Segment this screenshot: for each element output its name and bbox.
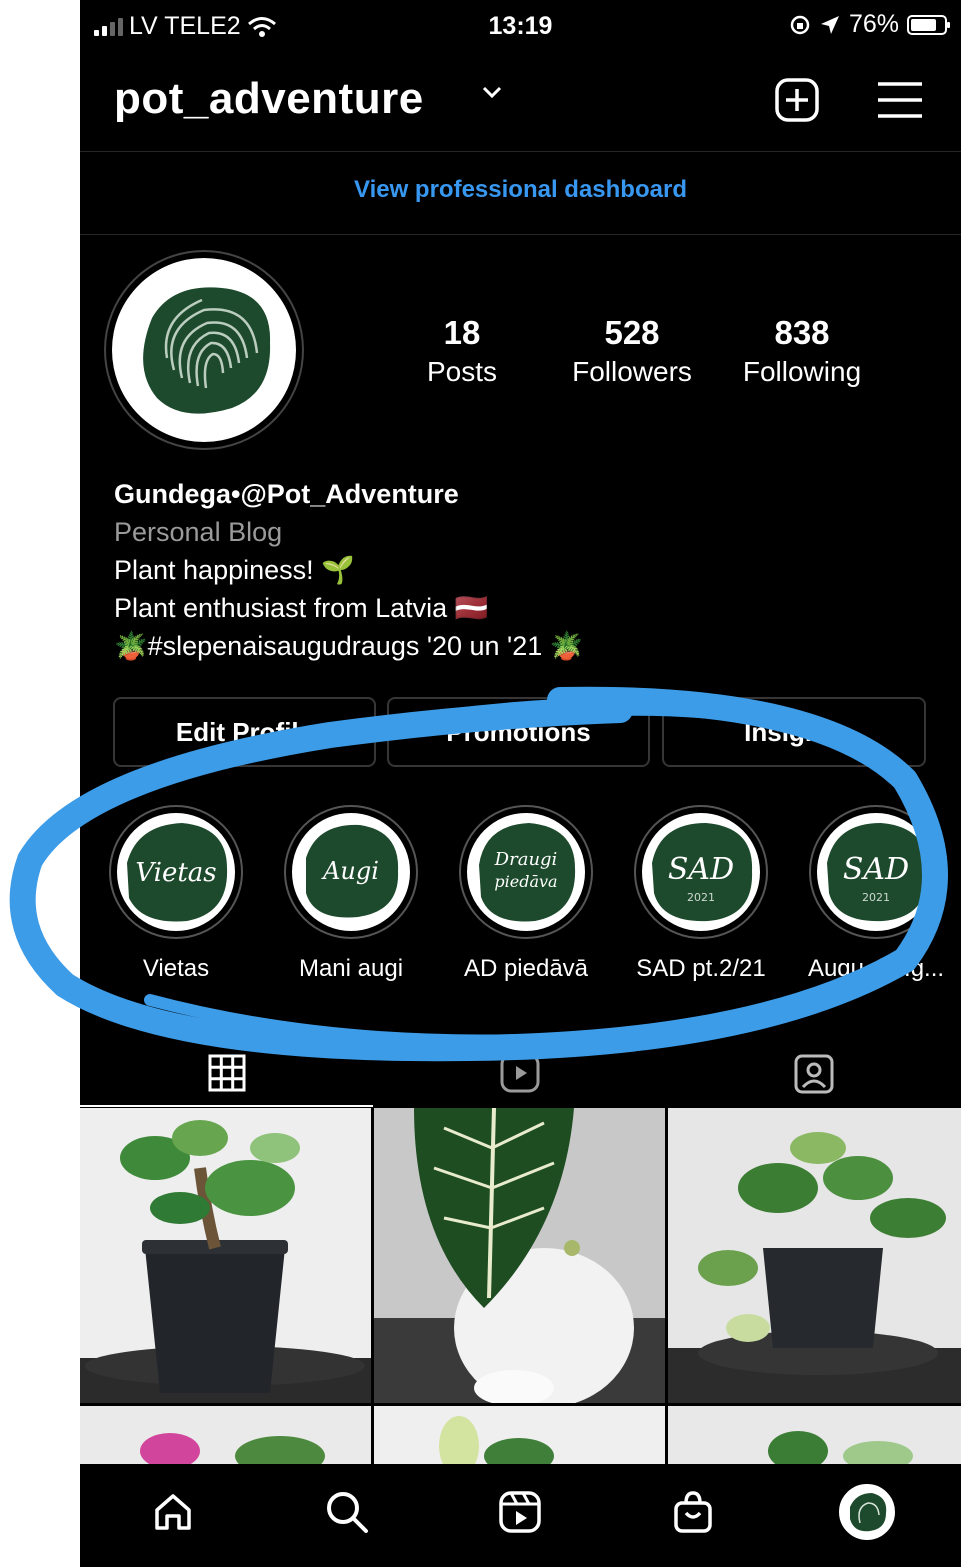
highlight-label: Mani augi bbox=[298, 955, 404, 982]
nav-home[interactable] bbox=[138, 1482, 208, 1542]
post-thumbnail[interactable] bbox=[80, 1108, 371, 1403]
profile-avatar bbox=[839, 1484, 895, 1540]
post-thumbnail[interactable] bbox=[374, 1406, 665, 1466]
highlight-label: Vietas bbox=[142, 955, 210, 982]
search-icon bbox=[327, 1492, 368, 1533]
battery-icon bbox=[907, 14, 950, 35]
phone-screen: LV TELE2 13:19 76% pot_adventure View pr… bbox=[80, 0, 961, 1567]
shop-icon bbox=[674, 1491, 712, 1533]
bottom-nav bbox=[80, 1464, 961, 1567]
promotions-button[interactable]: Promotions bbox=[387, 697, 650, 767]
location-icon bbox=[820, 15, 839, 34]
svg-text:2021: 2021 bbox=[862, 891, 890, 904]
profile-avatar-large[interactable] bbox=[104, 250, 304, 450]
stat-followers[interactable]: 528 Followers bbox=[552, 314, 712, 388]
tagged-icon bbox=[794, 1054, 833, 1094]
home-icon bbox=[155, 1494, 191, 1530]
stat-label: Followers bbox=[572, 356, 692, 387]
svg-text:Vietas: Vietas bbox=[135, 858, 216, 888]
nav-shop[interactable] bbox=[658, 1482, 728, 1542]
nav-search[interactable] bbox=[312, 1482, 382, 1542]
account-switcher-username[interactable]: pot_adventure bbox=[114, 74, 424, 124]
highlight-item[interactable]: SAD 2021 Augu dr...g... bbox=[806, 805, 946, 983]
highlight-cover: Vietas bbox=[127, 823, 228, 922]
divider bbox=[80, 234, 961, 235]
svg-text:2021: 2021 bbox=[687, 891, 715, 904]
highlight-item[interactable]: SAD 2021 SAD pt.2/21 bbox=[631, 805, 771, 983]
display-name: Gundega•@Pot_Adventure bbox=[114, 479, 459, 509]
svg-text:SAD: SAD bbox=[668, 852, 734, 887]
nav-reels[interactable] bbox=[485, 1482, 555, 1542]
grid-icon bbox=[208, 1054, 245, 1092]
svg-text:Draugi: Draugi bbox=[494, 849, 558, 870]
fingerprint-logo bbox=[143, 287, 271, 414]
rotation-lock-icon bbox=[790, 15, 810, 34]
nav-profile[interactable] bbox=[832, 1482, 902, 1542]
bio-line: 🪴#slepenaisaugudraugs '20 un '21 🪴 bbox=[114, 631, 584, 661]
reels-icon bbox=[499, 1491, 541, 1533]
profile-bio: Gundega•@Pot_Adventure Personal Blog Pla… bbox=[114, 475, 914, 665]
stat-following[interactable]: 838 Following bbox=[722, 314, 882, 388]
highlight-cover: Draugi piedāva bbox=[479, 823, 576, 922]
bio-line: Plant enthusiast from Latvia 🇱🇻 bbox=[114, 593, 489, 623]
menu-icon[interactable] bbox=[875, 78, 925, 122]
highlight-cover: SAD 2021 bbox=[827, 823, 928, 922]
bio-line: Plant happiness! 🌱 bbox=[114, 555, 355, 585]
stat-label: Following bbox=[742, 356, 862, 387]
stat-posts[interactable]: 18 Posts bbox=[382, 314, 542, 388]
highlight-item[interactable]: Vietas Vietas bbox=[106, 805, 246, 983]
highlight-label: Augu dr...g... bbox=[807, 955, 945, 982]
stat-value: 528 bbox=[604, 314, 660, 351]
stat-value: 838 bbox=[774, 314, 830, 351]
tab-reels[interactable] bbox=[373, 1040, 666, 1106]
post-thumbnail[interactable] bbox=[668, 1406, 961, 1466]
profile-header: pot_adventure bbox=[80, 60, 961, 150]
post-thumbnail[interactable] bbox=[374, 1108, 665, 1403]
post-thumbnail[interactable] bbox=[668, 1108, 961, 1403]
highlight-label: AD piedāvā bbox=[463, 955, 589, 982]
highlight-cover: SAD 2021 bbox=[652, 823, 753, 922]
active-tab-indicator bbox=[80, 1105, 373, 1107]
post-thumbnail[interactable] bbox=[80, 1406, 371, 1466]
insights-button[interactable]: Insights bbox=[662, 697, 926, 767]
highlight-item[interactable]: Draugi piedāva AD piedāvā bbox=[456, 805, 596, 983]
battery-percent: 76% bbox=[848, 10, 899, 38]
highlight-cover: Augi bbox=[306, 824, 399, 918]
svg-text:piedāva: piedāva bbox=[494, 872, 557, 891]
tab-grid[interactable] bbox=[80, 1040, 373, 1106]
status-bar: LV TELE2 13:19 76% bbox=[80, 0, 961, 52]
edit-profile-button[interactable]: Edit Profile bbox=[113, 697, 376, 767]
divider bbox=[80, 151, 961, 152]
professional-dashboard-link[interactable]: View professional dashboard bbox=[80, 176, 961, 204]
chevron-down-icon[interactable] bbox=[482, 86, 502, 100]
svg-text:Augi: Augi bbox=[321, 857, 379, 885]
stat-value: 18 bbox=[443, 314, 481, 351]
highlight-label: SAD pt.2/21 bbox=[636, 955, 766, 982]
highlight-item[interactable]: Augi Mani augi bbox=[281, 805, 421, 983]
tab-tagged[interactable] bbox=[667, 1040, 960, 1106]
category-label: Personal Blog bbox=[114, 517, 283, 547]
svg-text:SAD: SAD bbox=[843, 852, 909, 887]
reels-icon bbox=[500, 1053, 539, 1093]
stat-label: Posts bbox=[426, 356, 498, 387]
status-right: 76% bbox=[789, 10, 950, 39]
add-icon[interactable] bbox=[773, 76, 821, 124]
